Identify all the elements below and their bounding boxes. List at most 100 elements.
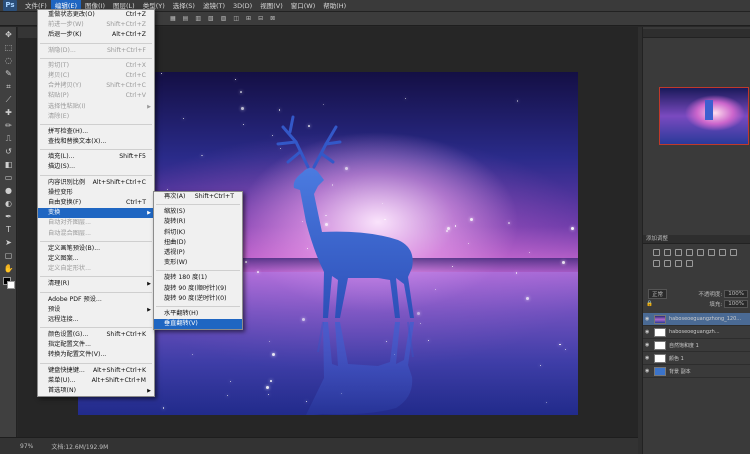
menu-5[interactable]: 选择(S) [169, 0, 199, 12]
edit-menu-item[interactable]: 操控变形 [38, 188, 154, 198]
hue-adjust-icon[interactable] [708, 249, 715, 256]
visibility-eye-icon[interactable]: ◉ [645, 355, 651, 361]
layer-row[interactable]: ◉ haboseoeguangzhong_120... [643, 313, 750, 326]
edit-menu-item[interactable]: 变换 ▶ [38, 208, 154, 219]
menu-8[interactable]: 视图(V) [256, 0, 287, 12]
lock-icon[interactable]: 🔒 [646, 301, 653, 307]
background-color-swatch[interactable] [7, 281, 15, 289]
edit-menu-item[interactable]: 预设 ▶ [38, 305, 154, 315]
levels-adjust-icon[interactable] [664, 249, 671, 256]
transform-menu-item[interactable]: 斜切(K) [154, 228, 242, 238]
gradient-tool-icon[interactable]: ▭ [2, 172, 15, 183]
visibility-eye-icon[interactable]: ◉ [645, 316, 651, 322]
brush-tool-icon[interactable]: ✏ [2, 120, 15, 131]
edit-menu-item[interactable]: 前进一步(W) Shift+Ctrl+Z [38, 20, 154, 30]
transform-menu-item[interactable]: 变形(W) [154, 258, 242, 268]
layer-row[interactable]: ◉ haboseoeguangzh... [643, 326, 750, 339]
option-icon[interactable]: ⊞ [246, 15, 251, 22]
edit-menu-item[interactable]: 清理(R) ▶ [38, 279, 154, 289]
transform-menu-item[interactable]: 旋转 180 度(1) [154, 273, 242, 283]
transform-menu-item[interactable]: 旋转 90 度(逆时针)(0) [154, 294, 242, 304]
pen-tool-icon[interactable]: ✒ [2, 211, 15, 222]
edit-menu-item[interactable]: 清除(E) [38, 112, 154, 122]
stamp-tool-icon[interactable]: ⎍ [2, 133, 15, 144]
hand-tool-icon[interactable]: ✋ [2, 263, 15, 274]
crop-tool-icon[interactable]: ⌗ [2, 81, 15, 92]
color-balance-adjust-icon[interactable] [719, 249, 726, 256]
transform-menu-item[interactable]: 垂直翻转(V) [154, 319, 242, 330]
marquee-tool-icon[interactable]: ⬚ [2, 42, 15, 53]
visibility-eye-icon[interactable]: ◉ [645, 342, 651, 348]
edit-menu-item[interactable]: 后退一步(K) Alt+Ctrl+Z [38, 30, 154, 40]
edit-menu-item[interactable]: 填充(L)... Shift+F5 [38, 152, 154, 162]
bw-adjust-icon[interactable] [730, 249, 737, 256]
navigator-thumbnail[interactable] [659, 87, 749, 145]
transform-menu-item[interactable]: 水平翻转(H) [154, 309, 242, 319]
transform-menu-item[interactable]: 再次(A) Shift+Ctrl+T [154, 192, 242, 202]
transform-menu-item[interactable]: 透视(P) [154, 248, 242, 258]
edit-menu-item[interactable]: 剪切(T) Ctrl+X [38, 61, 154, 71]
layer-row[interactable]: ◉ 背景 副本 [643, 365, 750, 378]
visibility-eye-icon[interactable]: ◉ [645, 329, 651, 335]
layer-row[interactable]: ◉ 自然饱和度 1 [643, 339, 750, 352]
menu-10[interactable]: 帮助(H) [319, 0, 350, 12]
transform-menu-item[interactable]: 扭曲(D) [154, 238, 242, 248]
edit-menu-item[interactable]: 查找和替换文本(X)... [38, 137, 154, 147]
eraser-tool-icon[interactable]: ◧ [2, 159, 15, 170]
exposure-adjust-icon[interactable] [686, 249, 693, 256]
vibrance-adjust-icon[interactable] [697, 249, 704, 256]
edit-menu-item[interactable]: 自动混合图层... [38, 229, 154, 239]
option-icon[interactable]: ⊟ [258, 15, 263, 22]
edit-menu-item[interactable]: 渐隐(D)... Shift+Ctrl+F [38, 46, 154, 56]
posterize-adjust-icon[interactable] [686, 260, 693, 267]
shape-tool-icon[interactable]: ▢ [2, 250, 15, 261]
eyedropper-tool-icon[interactable]: ⟋ [2, 94, 15, 105]
transform-menu-item[interactable]: 旋转(R) [154, 217, 242, 227]
healing-tool-icon[interactable]: ✚ [2, 107, 15, 118]
channel-mixer-adjust-icon[interactable] [664, 260, 671, 267]
layer-row[interactable]: ◉ 颜色 1 [643, 352, 750, 365]
menu-7[interactable]: 3D(D) [229, 0, 256, 12]
transform-menu-item[interactable]: 旋转 90 度(顺时针)(9) [154, 284, 242, 294]
edit-menu-item[interactable]: 描边(S)... [38, 162, 154, 172]
edit-menu-item[interactable]: 拼写检查(H)... [38, 127, 154, 137]
edit-menu-item[interactable]: 颜色设置(G)... Shift+Ctrl+K [38, 330, 154, 340]
edit-menu-item[interactable]: 远程连接... [38, 315, 154, 325]
edit-menu-item[interactable]: 合并拷贝(Y) Shift+Ctrl+C [38, 81, 154, 91]
edit-menu-item[interactable]: 菜单(U)... Alt+Shift+Ctrl+M [38, 376, 154, 386]
navigator-panel-header[interactable] [643, 29, 750, 38]
option-icon[interactable]: ◫ [233, 15, 239, 22]
photo-filter-adjust-icon[interactable] [653, 260, 660, 267]
edit-menu-item[interactable]: 选择性粘贴(I) ▶ [38, 102, 154, 112]
edit-menu-item[interactable]: 定义画笔预设(B)... [38, 244, 154, 254]
path-select-tool-icon[interactable]: ➤ [2, 237, 15, 248]
blur-tool-icon[interactable]: ● [2, 185, 15, 196]
fill-input[interactable]: 100% [724, 300, 748, 308]
type-tool-icon[interactable]: T [2, 224, 15, 235]
option-icon[interactable]: ▧ [208, 15, 214, 22]
edit-menu-item[interactable]: 指定配置文件... [38, 340, 154, 350]
edit-menu-item[interactable]: 键盘快捷键... Alt+Shift+Ctrl+K [38, 366, 154, 376]
option-icon[interactable]: ⊠ [270, 15, 275, 22]
dodge-tool-icon[interactable]: ◐ [2, 198, 15, 209]
transform-menu-item[interactable]: 缩放(S) [154, 207, 242, 217]
edit-menu-item[interactable]: 定义自定形状... [38, 264, 154, 274]
edit-menu-item[interactable]: 重做状态更改(O) Ctrl+Z [38, 10, 154, 20]
history-brush-icon[interactable]: ↺ [2, 146, 15, 157]
lasso-tool-icon[interactable]: ◌ [2, 55, 15, 66]
zoom-level[interactable]: 97% [20, 443, 33, 450]
edit-menu-item[interactable]: 转换为配置文件(V)... [38, 350, 154, 360]
quick-select-tool-icon[interactable]: ✎ [2, 68, 15, 79]
edit-menu-item[interactable]: 首选项(N) ▶ [38, 386, 154, 396]
edit-menu-item[interactable]: 定义图案... [38, 254, 154, 264]
menu-9[interactable]: 窗口(W) [287, 0, 320, 12]
option-icon[interactable]: ▥ [195, 15, 201, 22]
curves-adjust-icon[interactable] [675, 249, 682, 256]
menu-6[interactable]: 滤镜(T) [199, 0, 229, 12]
option-icon[interactable]: ▤ [183, 15, 189, 22]
invert-adjust-icon[interactable] [675, 260, 682, 267]
edit-menu-item[interactable]: Adobe PDF 预设... [38, 295, 154, 305]
edit-menu-item[interactable]: 内容识别比例 Alt+Shift+Ctrl+C [38, 178, 154, 188]
edit-menu-item[interactable]: 自动对齐图层... [38, 218, 154, 228]
move-tool-icon[interactable]: ✥ [2, 29, 15, 40]
